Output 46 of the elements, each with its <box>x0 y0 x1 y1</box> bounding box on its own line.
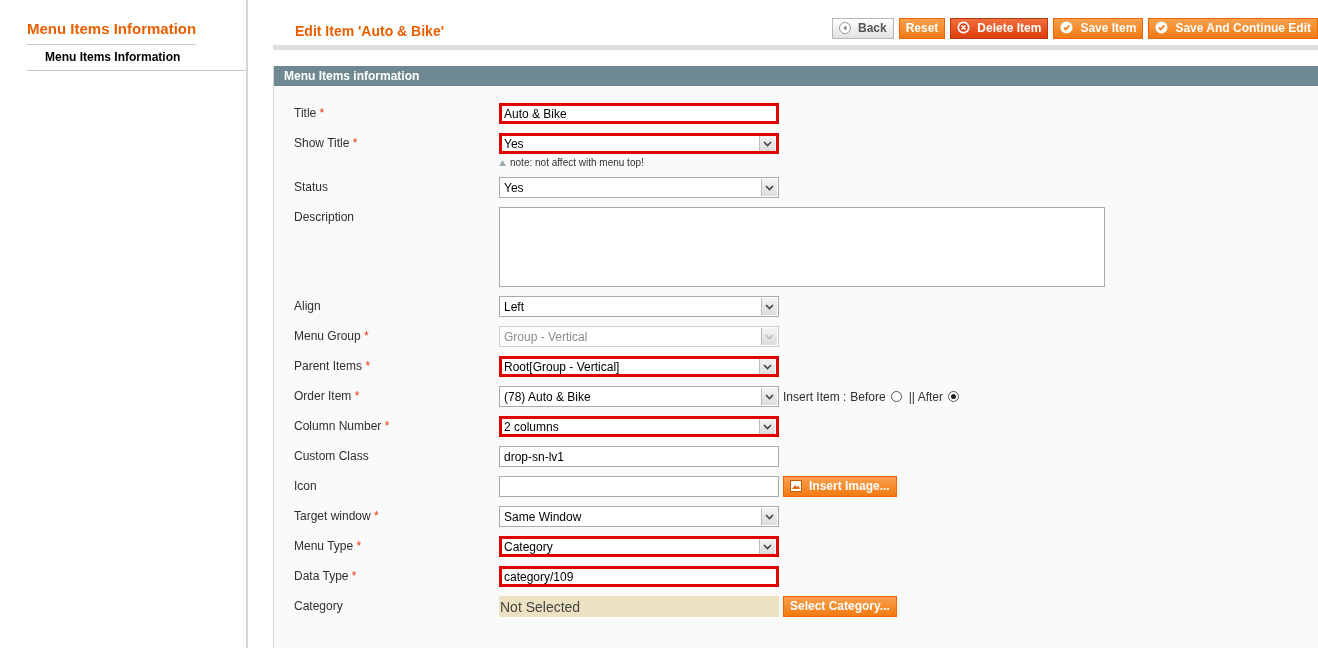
checkmark-icon <box>1060 21 1074 34</box>
field-label: Show Title * <box>294 135 359 150</box>
text-input-field[interactable]: drop-sn-lv1 <box>499 446 779 467</box>
select-dropdown[interactable]: Same Window <box>499 506 779 527</box>
radio-label: Before <box>850 389 886 404</box>
radio-button[interactable] <box>947 391 959 402</box>
field-label: Target window * <box>294 508 380 523</box>
field-label: Menu Type * <box>294 538 363 553</box>
select-dropdown[interactable]: Left <box>499 296 779 317</box>
category-value: Not Selected <box>499 596 779 617</box>
text-input-field[interactable] <box>499 476 779 497</box>
field-label: Custom Class <box>294 448 370 463</box>
select-dropdown[interactable]: Category <box>499 536 779 557</box>
textarea-field[interactable] <box>499 207 1105 287</box>
field-note: note: not affect with menu top! <box>499 157 779 168</box>
triangle-icon <box>499 159 506 166</box>
field-label: Icon <box>294 478 318 493</box>
field-label: Title * <box>294 105 326 120</box>
select-dropdown[interactable]: (78) Auto & Bike <box>499 386 779 407</box>
field-label: Align <box>294 298 322 313</box>
field-label: Data Type * <box>294 568 358 583</box>
field-label: Category <box>294 598 344 613</box>
radio-label: || After <box>908 389 943 404</box>
text-input-field[interactable]: Auto & Bike <box>499 103 779 124</box>
field-label: Order Item * <box>294 388 361 403</box>
field-label: Parent Items * <box>294 358 372 373</box>
field-label: Column Number * <box>294 418 391 433</box>
select-dropdown[interactable]: 2 columns <box>499 416 779 437</box>
text-input-field[interactable]: category/109 <box>499 566 779 587</box>
back-button[interactable]: Back <box>832 17 894 39</box>
checkmark-icon <box>1155 21 1169 34</box>
image-icon <box>790 480 802 492</box>
page-title: Edit Item 'Auto & Bike' <box>295 23 444 39</box>
insert-item-label: Insert Item : <box>783 389 847 404</box>
delete-button[interactable]: Delete Item <box>950 17 1049 39</box>
select-dropdown[interactable]: Yes <box>499 177 779 198</box>
sidebar-title: Menu Items Information <box>27 20 197 45</box>
select-dropdown[interactable]: Yes <box>499 133 779 154</box>
sidebar-tab[interactable]: Menu Items Information <box>45 50 181 64</box>
field-label: Description <box>294 209 356 224</box>
delete-icon <box>957 21 971 34</box>
select-dropdown[interactable]: Root[Group - Vertical] <box>499 356 779 377</box>
field-label: Status <box>294 179 330 194</box>
radio-button[interactable] <box>890 391 902 402</box>
section-header: Menu Items information <box>274 66 1318 86</box>
field-label: Menu Group * <box>294 328 370 343</box>
